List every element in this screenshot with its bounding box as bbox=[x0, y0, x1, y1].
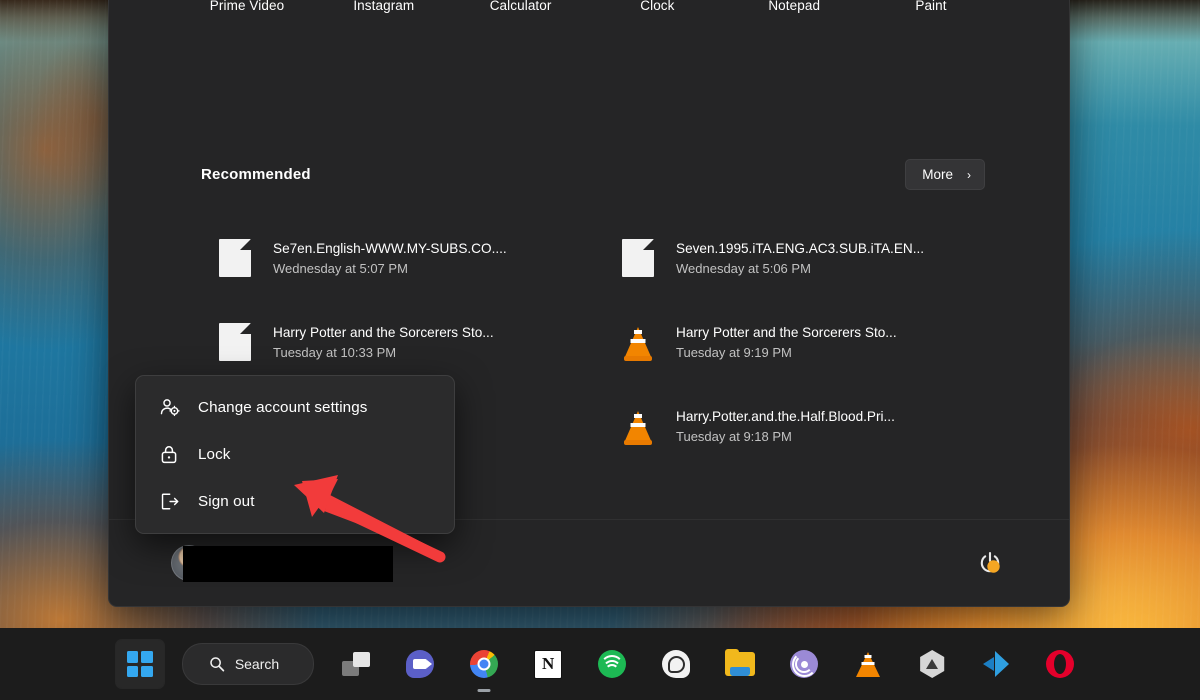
pinned-apps-grid: prime video Prime Video Instagram Calcul… bbox=[109, 0, 1069, 13]
spotify-icon bbox=[598, 650, 626, 678]
vlc-icon bbox=[622, 323, 654, 361]
taskbar-app-chrome[interactable] bbox=[460, 640, 508, 688]
taskbar-app-notion[interactable]: N bbox=[524, 640, 572, 688]
context-menu-item-label: Sign out bbox=[198, 493, 255, 510]
document-icon bbox=[219, 239, 251, 277]
recommended-title: Recommended bbox=[201, 166, 311, 183]
file-explorer-icon bbox=[725, 652, 755, 676]
bittorrent-icon bbox=[790, 650, 818, 678]
start-button[interactable] bbox=[116, 640, 164, 688]
pinned-app-calculator[interactable]: Calculator bbox=[467, 0, 575, 13]
pinned-app-label: Notepad bbox=[768, 0, 820, 13]
recommended-item[interactable]: Harry.Potter.and.the.Half.Blood.Pri... T… bbox=[604, 384, 985, 468]
running-indicator bbox=[478, 689, 491, 692]
search-label: Search bbox=[235, 656, 279, 672]
taskbar-app-whatsapp[interactable] bbox=[652, 640, 700, 688]
taskbar-app-spotify[interactable] bbox=[588, 640, 636, 688]
recommended-item-time: Wednesday at 5:06 PM bbox=[676, 261, 924, 276]
taskbar-search[interactable]: Search bbox=[182, 643, 314, 685]
task-view-icon bbox=[342, 652, 370, 676]
pinned-app-instagram[interactable]: Instagram bbox=[330, 0, 438, 13]
recommended-item[interactable]: Harry Potter and the Sorcerers Sto... Tu… bbox=[201, 300, 582, 384]
recommended-item-name: Se7en.English-WWW.MY-SUBS.CO.... bbox=[273, 241, 507, 256]
pinned-app-paint[interactable]: Paint bbox=[877, 0, 985, 13]
recommended-item-time: Tuesday at 9:18 PM bbox=[676, 429, 895, 444]
recommended-item-name: Harry Potter and the Sorcerers Sto... bbox=[676, 325, 897, 340]
pinned-app-prime-video[interactable]: prime video Prime Video bbox=[193, 0, 301, 13]
recommended-item-time: Wednesday at 5:07 PM bbox=[273, 261, 507, 276]
sign-out-icon bbox=[158, 491, 180, 513]
pinned-app-label: Clock bbox=[640, 0, 674, 13]
context-menu-item-lock[interactable]: Lock bbox=[136, 431, 454, 478]
search-icon bbox=[209, 656, 225, 672]
taskbar-app-task-view[interactable] bbox=[332, 640, 380, 688]
vlc-icon bbox=[622, 407, 654, 445]
chrome-icon bbox=[470, 650, 498, 678]
pinned-app-label: Prime Video bbox=[210, 0, 284, 13]
taskbar-app-vscode[interactable] bbox=[972, 640, 1020, 688]
recommended-item-name: Harry Potter and the Sorcerers Sto... bbox=[273, 325, 494, 340]
context-menu-item-label: Change account settings bbox=[198, 399, 367, 416]
pinned-app-notepad[interactable]: Notepad bbox=[740, 0, 848, 13]
recommended-item-name: Seven.1995.iTA.ENG.AC3.SUB.iTA.EN... bbox=[676, 241, 924, 256]
more-button-label: More bbox=[922, 167, 953, 182]
user-account-button[interactable] bbox=[171, 545, 221, 581]
vscode-icon bbox=[982, 650, 1010, 678]
taskbar-app-vlc[interactable] bbox=[844, 640, 892, 688]
account-settings-icon bbox=[158, 397, 180, 419]
recommended-item[interactable]: Harry Potter and the Sorcerers Sto... Tu… bbox=[604, 300, 985, 384]
context-menu-item-sign-out[interactable]: Sign out bbox=[136, 478, 454, 525]
taskbar-app-opera[interactable] bbox=[1036, 640, 1084, 688]
redaction-overlay bbox=[183, 546, 393, 582]
notion-icon: N bbox=[534, 650, 562, 679]
vlc-icon bbox=[855, 650, 881, 678]
teams-icon bbox=[406, 650, 434, 678]
power-button[interactable] bbox=[973, 546, 1007, 580]
taskbar: Search N bbox=[0, 628, 1200, 700]
recommended-item-name: Harry.Potter.and.the.Half.Blood.Pri... bbox=[676, 409, 895, 424]
recommended-header: Recommended More › bbox=[201, 159, 985, 190]
chevron-right-icon: › bbox=[967, 169, 971, 181]
pinned-app-label: Calculator bbox=[490, 0, 552, 13]
document-icon bbox=[219, 323, 251, 361]
recommended-item-time: Tuesday at 9:19 PM bbox=[676, 345, 897, 360]
whatsapp-icon bbox=[662, 650, 690, 678]
taskbar-app-teams[interactable] bbox=[396, 640, 444, 688]
pinned-app-label: Paint bbox=[915, 0, 946, 13]
opera-icon bbox=[1046, 650, 1074, 678]
taskbar-app-bittorrent[interactable] bbox=[780, 640, 828, 688]
recommended-item-time: Tuesday at 10:33 PM bbox=[273, 345, 494, 360]
taskbar-app-unity[interactable] bbox=[908, 640, 956, 688]
screen: prime video Prime Video Instagram Calcul… bbox=[0, 0, 1200, 700]
context-menu-item-change-account-settings[interactable]: Change account settings bbox=[136, 384, 454, 431]
more-button[interactable]: More › bbox=[905, 159, 985, 190]
lock-icon bbox=[158, 444, 180, 466]
context-menu-item-label: Lock bbox=[198, 446, 230, 463]
unity-icon bbox=[918, 650, 946, 678]
account-context-menu: Change account settings Lock Sign ou bbox=[135, 375, 455, 534]
pinned-app-label: Instagram bbox=[353, 0, 414, 13]
document-icon bbox=[622, 239, 654, 277]
recommended-item[interactable]: Seven.1995.iTA.ENG.AC3.SUB.iTA.EN... Wed… bbox=[604, 216, 985, 300]
taskbar-app-file-explorer[interactable] bbox=[716, 640, 764, 688]
windows-logo-icon bbox=[127, 651, 153, 677]
recommended-item[interactable]: Se7en.English-WWW.MY-SUBS.CO.... Wednesd… bbox=[201, 216, 582, 300]
pinned-app-clock[interactable]: Clock bbox=[603, 0, 711, 13]
power-icon bbox=[977, 550, 1003, 576]
